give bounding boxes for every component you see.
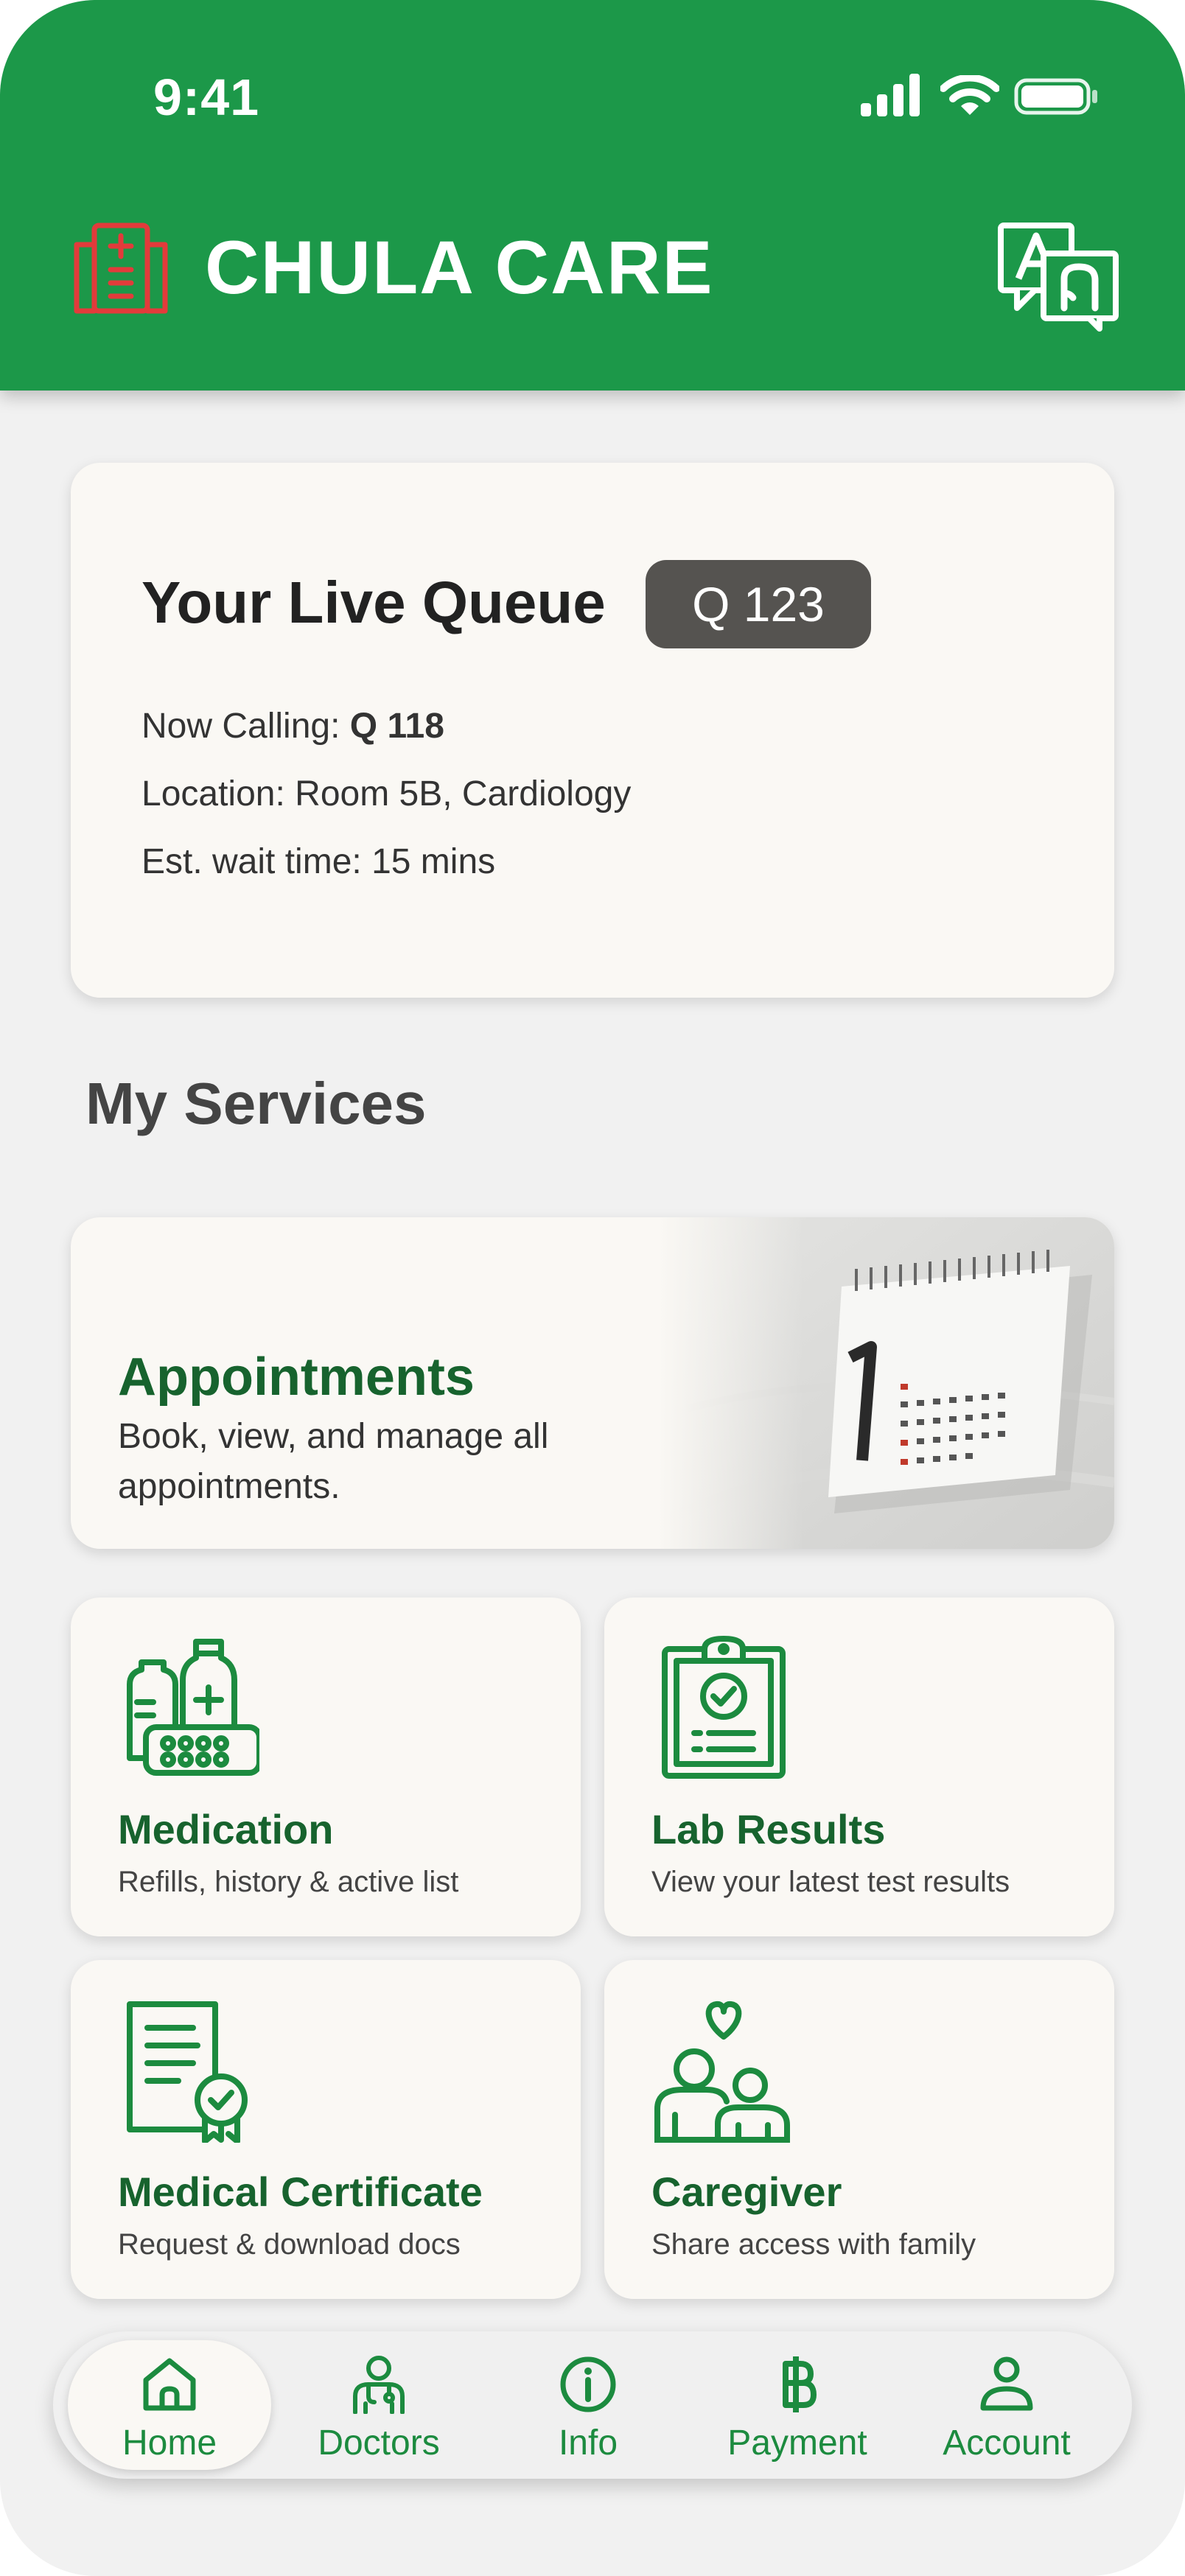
lab-results-tile[interactable]: Lab Results View your latest test result… <box>604 1597 1114 1936</box>
nav-item-payment[interactable]: Payment <box>696 2340 899 2470</box>
queue-location: Location: Room 5B, Cardiology <box>141 774 632 813</box>
tile-title: Lab Results <box>651 1806 886 1852</box>
caregiver-tile[interactable]: Caregiver Share access with family <box>604 1960 1114 2299</box>
live-queue-card[interactable]: Your Live Queue Q 123 Now Calling: Q 118… <box>71 463 1114 998</box>
now-calling-value: Q 118 <box>349 707 444 746</box>
tile-subtitle: Refills, history & active list <box>118 1866 459 1898</box>
nav-item-doctors[interactable]: Doctors <box>277 2340 480 2470</box>
language-toggle-button[interactable] <box>996 221 1122 332</box>
doctor-icon <box>353 2356 405 2414</box>
wifi-icon <box>940 75 999 115</box>
info-icon <box>560 2356 616 2412</box>
queue-title: Your Live Queue <box>141 570 606 635</box>
family-heart-icon <box>654 2001 790 2143</box>
now-calling-label: Now Calling: <box>141 707 340 746</box>
nav-item-home[interactable]: Home <box>68 2340 271 2470</box>
medication-tile[interactable]: Medication Refills, history & active lis… <box>71 1597 581 1936</box>
bottom-nav: Home Doctors Info Payment Account <box>53 2331 1132 2479</box>
nav-label: Payment <box>727 2423 867 2463</box>
medical-certificate-tile[interactable]: Medical Certificate Request & download d… <box>71 1960 581 2299</box>
nav-label: Info <box>558 2423 618 2463</box>
hospital-icon <box>74 223 168 314</box>
signal-icon <box>861 74 920 116</box>
nav-label: Home <box>122 2423 217 2463</box>
nav-label: Account <box>943 2423 1071 2463</box>
medication-icon <box>127 1639 259 1776</box>
home-icon <box>143 2358 196 2411</box>
now-calling-line: Now Calling: Q 118 <box>141 706 444 746</box>
nav-item-info[interactable]: Info <box>486 2340 690 2470</box>
user-icon <box>980 2356 1033 2411</box>
tile-title: Medical Certificate <box>118 2169 483 2215</box>
queue-wait-time: Est. wait time: 15 mins <box>141 842 496 881</box>
app-title: CHULA CARE <box>205 225 714 309</box>
nav-item-account[interactable]: Account <box>905 2340 1108 2470</box>
nav-label: Doctors <box>318 2423 440 2463</box>
appointments-card[interactable]: Appointments Book, view, and manage all … <box>71 1217 1114 1549</box>
app-header: 9:41 CHULA CARE <box>0 0 1185 391</box>
tile-subtitle: View your latest test results <box>651 1866 1010 1898</box>
battery-icon <box>1014 78 1097 115</box>
queue-number-badge: Q 123 <box>646 560 871 648</box>
tile-title: Caregiver <box>651 2169 842 2215</box>
section-title-services: My Services <box>85 1071 427 1136</box>
clipboard-check-icon <box>662 1636 786 1779</box>
tile-subtitle: Request & download docs <box>118 2228 461 2261</box>
tile-title: Medication <box>118 1806 334 1852</box>
appointments-description: Book, view, and manage all appointments. <box>118 1417 549 1506</box>
status-time: 9:41 <box>153 69 260 126</box>
certificate-icon <box>127 2001 248 2143</box>
baht-icon <box>783 2356 817 2412</box>
tile-subtitle: Share access with family <box>651 2228 976 2261</box>
appointments-title: Appointments <box>118 1348 475 1407</box>
phone-screen: 9:41 CHULA CARE Your Live Queue Q 123 No… <box>0 0 1185 2576</box>
calendar-photo <box>657 1217 1114 1549</box>
